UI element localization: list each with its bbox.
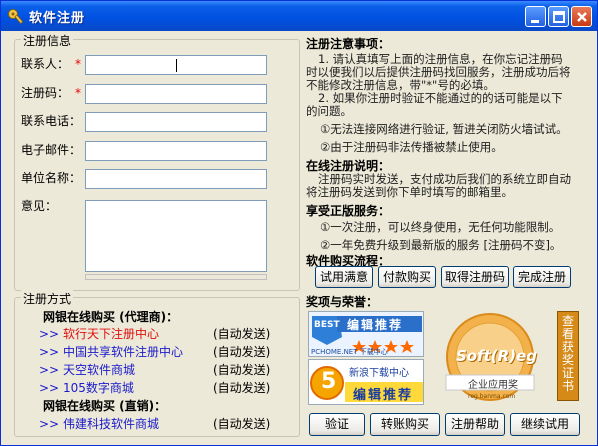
regcode-label: 注册码： * — [21, 86, 82, 100]
agent-link-1[interactable]: >> 中国共享软件注册中心 — [39, 343, 183, 360]
award-pchome-best: BEST — [314, 320, 340, 330]
notes-item2: ②由于注册码非法传播被禁止使用。 — [320, 140, 503, 154]
agent-status-1: (自动发送) — [213, 345, 271, 359]
award-pchome-text: 编辑推荐 — [347, 318, 404, 332]
notes-p1: 1. 请认真填写上面的注册信息，在你忘记注册码时以便我们以后提供注册码找回服务，… — [306, 52, 571, 92]
agent-status-0: (自动发送) — [213, 327, 271, 341]
award-sina-text: 编辑推荐 — [353, 388, 414, 403]
reg-info-legend: 注册信息 — [21, 32, 74, 49]
flow-step-getcode[interactable]: 取得注册码 — [441, 266, 509, 288]
continue-trial-button[interactable]: 继续试用 — [510, 413, 580, 436]
notes-p2: 2. 如果你注册时验证不能通过的的话可能是以下的问题。 — [306, 91, 563, 118]
close-icon — [577, 12, 587, 22]
verify-button[interactable]: 验证 — [309, 413, 365, 436]
email-input[interactable] — [85, 141, 267, 161]
award-sina-site: 新浪下载中心 — [349, 368, 409, 379]
reg-help-button[interactable]: 注册帮助 — [445, 413, 505, 436]
reg-method-legend: 注册方式 — [21, 290, 74, 307]
flow-step-trial[interactable]: 试用满意 — [315, 266, 373, 288]
award-softreg-logo: Soft(R)eg — [456, 347, 537, 365]
notes-item1: ①无法连接网络进行验证, 暂进关闭防火墙试试。 — [320, 122, 568, 136]
window-title: 软件注册 — [29, 11, 86, 26]
award-pchome[interactable]: BEST 编辑推荐 PCHOME.NET 下载中心 — [308, 311, 424, 357]
remark-textarea[interactable] — [85, 200, 267, 272]
minimize-button[interactable] — [525, 6, 546, 27]
award-pchome-site: PCHOME.NET 下载中心 — [311, 348, 388, 356]
service-item2: ②一年免费升级到最新版的服务 [注册码不变]。 — [320, 238, 562, 252]
company-input[interactable] — [85, 169, 267, 189]
remark-scrollbar[interactable] — [85, 274, 267, 280]
agent-status-3: (自动发送) — [213, 381, 271, 395]
service-title: 享受正版服务： — [306, 204, 391, 218]
award-sina-num: 5 — [321, 369, 337, 394]
phone-label: 联系电话： — [21, 114, 82, 128]
transfer-buy-button[interactable]: 转账购买 — [370, 413, 440, 436]
agent-link-3[interactable]: >> 105数字商城 — [39, 379, 134, 396]
register-window: 软件注册 注册信息 联系人： * 注册码： * 联系电话： 电子邮件： 单位名称： … — [0, 0, 598, 446]
notes-title: 注册注意事项： — [306, 37, 391, 51]
maximize-icon — [553, 11, 565, 23]
award-softreg[interactable]: Soft(R)eg 企业应用奖 reg.banma.com — [430, 311, 550, 403]
contact-label: 联系人： * — [21, 57, 82, 71]
flow-step-pay[interactable]: 付款购买 — [378, 266, 436, 288]
view-certificate-button[interactable]: 查看获奖证书 — [557, 311, 579, 401]
email-label: 电子邮件： — [21, 143, 82, 157]
reg-method-group: 注册方式 网银在线购买 (代理商)： >> 软行天下注册中心 (自动发送) >>… — [14, 290, 300, 437]
agent-link-0[interactable]: >> 软行天下注册中心 — [39, 325, 159, 342]
window-body: 注册信息 联系人： * 注册码： * 联系电话： 电子邮件： 单位名称： 意见： 注… — [4, 31, 594, 443]
contact-input[interactable] — [85, 55, 267, 75]
title-bar[interactable]: 软件注册 — [1, 1, 597, 31]
close-button[interactable] — [571, 6, 592, 27]
remark-label: 意见： — [21, 199, 58, 213]
flow-step-finish[interactable]: 完成注册 — [513, 266, 571, 288]
minimize-icon — [531, 20, 539, 23]
award-softreg-url: reg.banma.com — [468, 393, 516, 400]
service-item1: ①一次注册，可以终身使用，无任何功能限制。 — [320, 220, 561, 234]
awards-title: 奖项与荣誉： — [306, 295, 379, 309]
online-text: 注册码实时发送，支付成功后我们的系统立即自动将注册码发送到你下单时填写的邮箱里。 — [306, 172, 571, 199]
direct-title: 网银在线购买 (直销)： — [43, 399, 167, 413]
direct-status-0: (自动发送) — [213, 417, 271, 431]
direct-link-0[interactable]: >> 伟建科技软件商城 — [39, 415, 159, 432]
regcode-input[interactable] — [85, 84, 267, 104]
company-label: 单位名称： — [21, 171, 82, 185]
agent-title: 网银在线购买 (代理商)： — [43, 310, 179, 324]
agent-status-2: (自动发送) — [213, 363, 271, 377]
text-caret — [176, 59, 177, 72]
reg-info-group: 注册信息 联系人： * 注册码： * 联系电话： 电子邮件： 单位名称： 意见： — [14, 32, 300, 291]
maximize-button[interactable] — [548, 6, 569, 27]
phone-input[interactable] — [85, 112, 267, 132]
award-softreg-sub: 企业应用奖 — [468, 380, 518, 391]
agent-link-2[interactable]: >> 天空软件商城 — [39, 361, 135, 378]
key-icon — [8, 9, 24, 25]
award-sina[interactable]: 5 新浪下载中心 编辑推荐 — [308, 359, 424, 405]
